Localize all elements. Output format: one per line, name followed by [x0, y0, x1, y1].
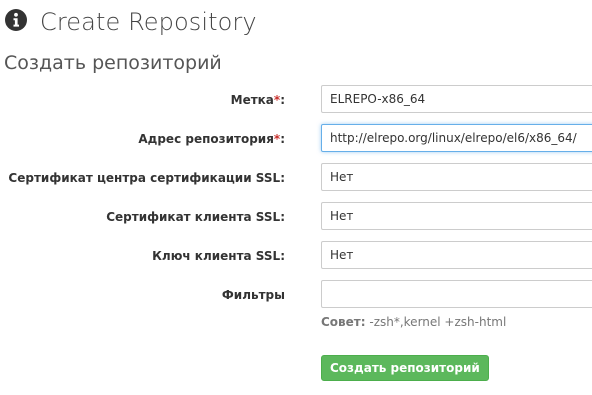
info-circle-icon	[4, 8, 28, 36]
label-field-label: Метка*:	[230, 93, 285, 107]
ssl-client-cert-select[interactable]: Нет	[321, 202, 592, 230]
label-input[interactable]	[321, 85, 592, 113]
required-mark: *	[273, 132, 281, 146]
form-row-ssl-client-key: Ключ клиента SSL: Нет	[0, 241, 592, 271]
required-mark: *	[273, 93, 281, 107]
ssl-client-key-label: Ключ клиента SSL:	[152, 249, 285, 263]
form-title: Создать репозиторий	[4, 52, 222, 74]
hint-text: -zsh*,kernel +zsh-html	[365, 315, 507, 329]
page-header: Create Repository	[4, 4, 257, 40]
create-repository-button[interactable]: Создать репозиторий	[321, 355, 489, 381]
form-row-ssl-client-cert: Сертификат клиента SSL: Нет	[0, 202, 592, 232]
form-row-label: Метка*:	[0, 85, 592, 115]
filters-hint: Совет: -zsh*,kernel +zsh-html	[321, 315, 506, 329]
url-input[interactable]	[321, 124, 592, 152]
form-row-filters: Фильтры	[0, 280, 592, 310]
form-row-url: Адрес репозитория*:	[0, 124, 592, 154]
url-field-label: Адрес репозитория*:	[138, 132, 285, 146]
form-row-ssl-ca-cert: Сертификат центра сертификации SSL: Нет	[0, 163, 592, 193]
hint-label: Совет:	[321, 315, 366, 329]
create-repository-page: Create Repository Создать репозиторий Ме…	[0, 0, 592, 395]
ssl-client-cert-label: Сертификат клиента SSL:	[106, 210, 285, 224]
ssl-client-key-select[interactable]: Нет	[321, 241, 592, 269]
page-title: Create Repository	[40, 8, 257, 36]
ssl-ca-cert-select[interactable]: Нет	[321, 163, 592, 191]
filters-label: Фильтры	[221, 288, 285, 302]
filters-input[interactable]	[321, 280, 592, 308]
ssl-ca-cert-label: Сертификат центра сертификации SSL:	[8, 171, 285, 185]
